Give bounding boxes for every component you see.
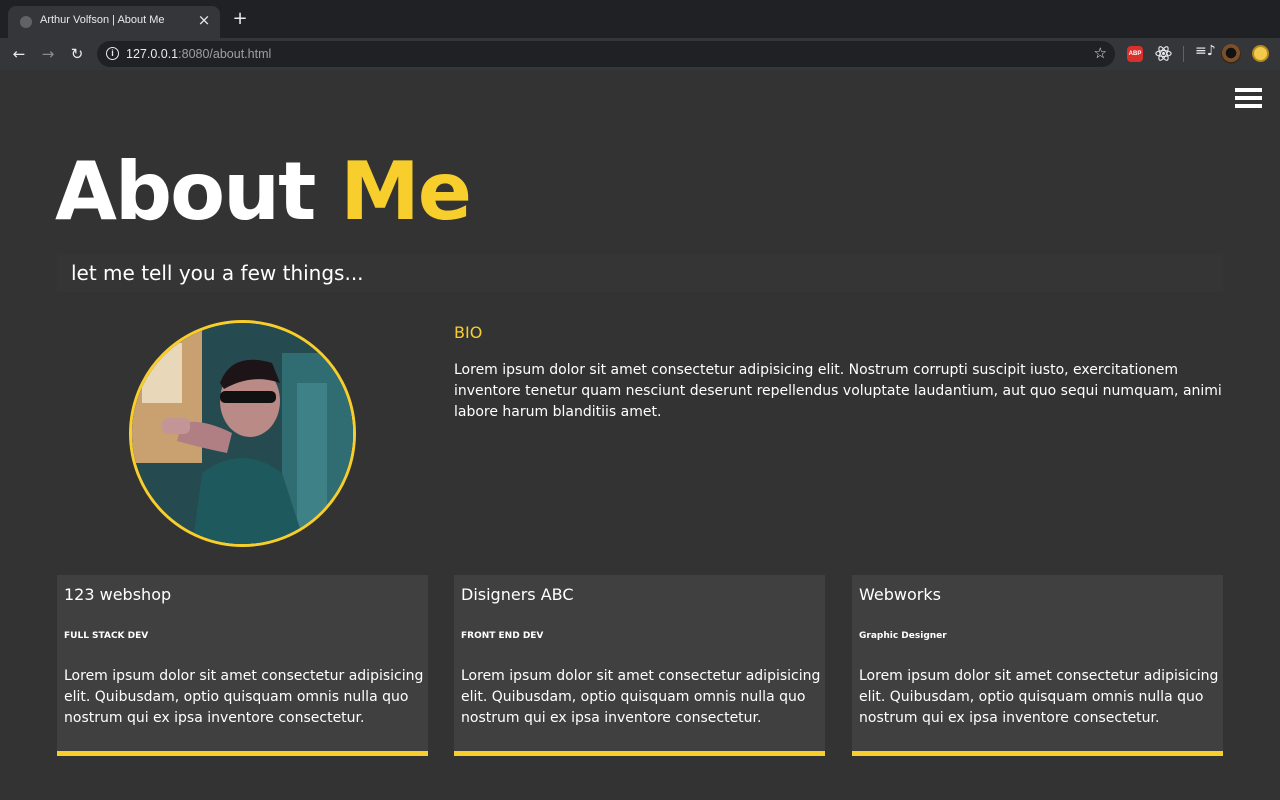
close-tab-icon[interactable]: × — [196, 11, 212, 29]
url-path: :8080/about.html — [178, 47, 272, 61]
experience-card: Webworks Graphic Designer Lorem ipsum do… — [852, 575, 1223, 756]
profile-icon[interactable] — [1252, 45, 1269, 62]
profile-photo — [129, 320, 356, 547]
reload-icon[interactable]: ↻ — [66, 43, 88, 65]
card-title: Webworks — [859, 585, 941, 604]
portrait-illustration — [132, 323, 353, 544]
address-bar[interactable]: i 127.0.0.1:8080/about.html ☆ — [97, 41, 1115, 67]
page-subtitle: let me tell you a few things... — [71, 261, 364, 285]
new-tab-icon[interactable]: + — [230, 9, 250, 29]
browser-toolbar: ← → ↻ i 127.0.0.1:8080/about.html ☆ ABP … — [0, 38, 1280, 70]
tab-title: Arthur Volfson | About Me — [40, 14, 165, 26]
url-host: 127.0.0.1 — [126, 47, 179, 61]
toolbar-separator — [1183, 46, 1184, 62]
experience-card: 123 webshop FULL STACK DEV Lorem ipsum d… — [57, 575, 428, 756]
globe-icon — [20, 16, 32, 28]
browser-tab[interactable]: Arthur Volfson | About Me × — [8, 6, 220, 38]
media-queue-icon[interactable]: ≡♪ — [1195, 43, 1216, 59]
page-title-accent: Me — [340, 145, 472, 238]
adblock-icon[interactable]: ABP — [1127, 46, 1143, 62]
card-text: Lorem ipsum dolor sit amet consectetur a… — [461, 668, 821, 726]
card-role: Graphic Designer — [859, 631, 947, 641]
page-title-main: About — [55, 145, 341, 238]
back-arrow-icon[interactable]: ← — [8, 43, 30, 65]
card-text: Lorem ipsum dolor sit amet consectetur a… — [859, 668, 1219, 726]
card-role: FULL STACK DEV — [64, 631, 149, 641]
card-title: 123 webshop — [64, 585, 172, 604]
bio-title: BIO — [454, 323, 483, 342]
bio-text: Lorem ipsum dolor sit amet consectetur a… — [454, 362, 1222, 420]
card-title: Disigners ABC — [461, 585, 574, 604]
experience-card: Disigners ABC FRONT END DEV Lorem ipsum … — [454, 575, 825, 756]
forward-arrow-icon[interactable]: → — [37, 43, 59, 65]
star-icon[interactable]: ☆ — [1094, 44, 1107, 62]
subtitle-bar: let me tell you a few things... — [57, 255, 1223, 292]
card-role: FRONT END DEV — [461, 631, 544, 641]
page-content: About Me let me tell you a few things...… — [0, 70, 1280, 800]
page-title: About Me — [55, 142, 472, 242]
browser-tab-bar: Arthur Volfson | About Me × + — [0, 0, 1280, 38]
react-devtools-icon[interactable] — [1155, 45, 1172, 62]
info-icon[interactable]: i — [106, 47, 119, 60]
hamburger-menu-icon[interactable] — [1235, 88, 1262, 108]
extension-avatar-icon[interactable] — [1221, 44, 1241, 64]
card-text: Lorem ipsum dolor sit amet consectetur a… — [64, 668, 424, 726]
url-text[interactable]: 127.0.0.1:8080/about.html — [126, 47, 271, 61]
